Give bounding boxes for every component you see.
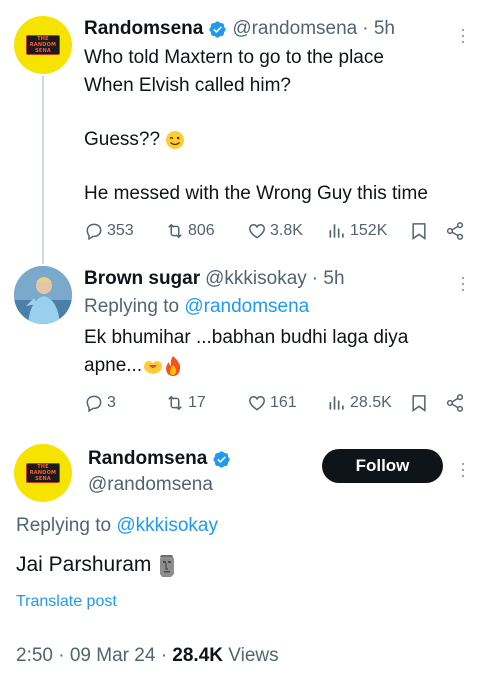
wink-emoji-icon xyxy=(166,130,185,149)
randomsena-logo: THE RANDOM SENA xyxy=(26,35,60,55)
retweet-icon xyxy=(168,223,182,239)
translate-post-link[interactable]: Translate post xyxy=(16,593,117,611)
avatar[interactable]: THE RANDOM SENA xyxy=(14,444,72,502)
follow-button[interactable]: Follow xyxy=(322,449,443,483)
views-label: Views xyxy=(223,645,279,666)
share-icon[interactable] xyxy=(445,221,465,241)
tweet-text-line: Guess?? xyxy=(84,126,185,154)
replying-to-label: Replying to @kkkisokay xyxy=(16,515,218,536)
analytics-icon xyxy=(329,396,344,410)
reply-icon xyxy=(86,395,102,413)
mention-link[interactable]: @kkkisokay xyxy=(116,515,218,536)
more-options-icon[interactable]: · · · xyxy=(458,268,468,298)
heart-hands-emoji-icon xyxy=(144,360,163,374)
bookmark-icon[interactable] xyxy=(409,221,429,241)
tweet-text-line: When Elvish called him? xyxy=(84,75,291,96)
retweet-icon xyxy=(168,395,182,411)
author-name[interactable]: Randomsena xyxy=(88,448,207,470)
analytics-icon xyxy=(329,224,344,238)
post-metadata: 2:50 · 09 Mar 24 · 28.4K Views xyxy=(16,645,279,667)
fire-emoji-icon xyxy=(166,355,181,376)
randomsena-logo: THE RANDOM SENA xyxy=(26,463,60,483)
like-button[interactable]: 161 xyxy=(247,393,297,413)
avatar[interactable]: THE RANDOM SENA xyxy=(14,16,72,74)
reply-button[interactable]: 353 xyxy=(84,221,134,241)
tweet-text-line: He messed with the Wrong Guy this time xyxy=(84,183,428,204)
post-time[interactable]: · 5h xyxy=(362,18,395,40)
verified-badge-icon xyxy=(213,450,230,468)
heart-icon xyxy=(249,223,265,239)
more-options-icon[interactable]: · · · xyxy=(458,20,468,50)
share-icon[interactable] xyxy=(445,393,465,413)
author-name[interactable]: Randomsena xyxy=(84,18,203,40)
more-options-icon[interactable]: · · · xyxy=(458,454,468,484)
verified-badge-icon xyxy=(209,20,226,38)
reply-icon xyxy=(86,223,102,241)
views-button[interactable]: 28.5K xyxy=(327,393,392,413)
tweet-text-line: Who told Maxtern to go to the place xyxy=(84,47,384,68)
views-count: 28.4K xyxy=(172,645,223,666)
heart-icon xyxy=(249,395,265,411)
moai-emoji-icon xyxy=(160,555,175,578)
thread-connector-line xyxy=(42,76,44,264)
post-timestamp[interactable]: 2:50 · 09 Mar 24 · xyxy=(16,645,172,666)
mention-link[interactable]: @randomsena xyxy=(184,296,309,317)
like-button[interactable]: 3.8K xyxy=(247,221,303,241)
author-name[interactable]: Brown sugar xyxy=(84,268,200,290)
bookmark-icon[interactable] xyxy=(409,393,429,413)
author-handle[interactable]: @randomsena xyxy=(88,474,213,496)
post-time[interactable]: · 5h xyxy=(312,268,345,290)
retweet-button[interactable]: 17 xyxy=(165,393,206,413)
reply-button[interactable]: 3 xyxy=(84,393,116,413)
author-handle[interactable]: @randomsena xyxy=(232,18,357,40)
tweet-text: Jai Parshuram xyxy=(16,551,177,579)
avatar[interactable] xyxy=(14,266,72,324)
author-handle[interactable]: @kkkisokay xyxy=(205,268,307,290)
tweet-text-line: Ek bhumihar ...babhan budhi laga diya xyxy=(84,327,409,348)
retweet-button[interactable]: 806 xyxy=(165,221,215,241)
views-button[interactable]: 152K xyxy=(327,221,387,241)
profile-photo xyxy=(14,266,72,324)
replying-to-label: Replying to @randomsena xyxy=(84,296,310,317)
tweet-text-line: apne... xyxy=(84,352,182,380)
